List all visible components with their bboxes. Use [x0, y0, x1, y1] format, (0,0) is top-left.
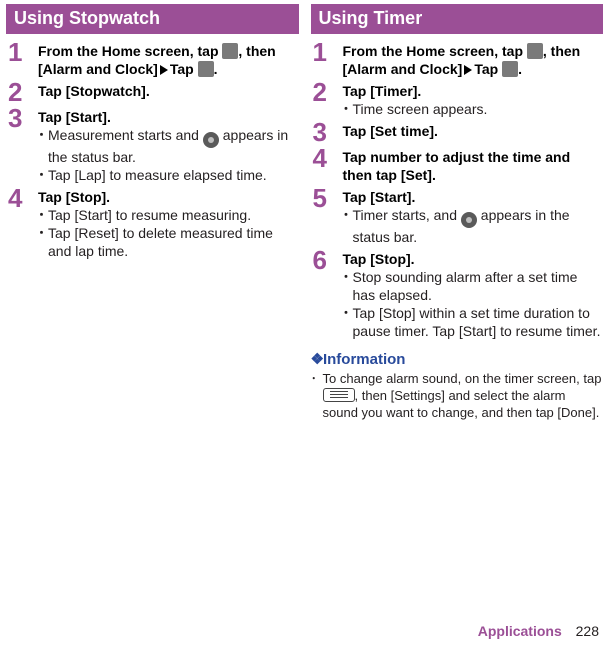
right-step-1: 1 From the Home screen, tap , then [Alar…	[311, 40, 604, 78]
step-body: Tap [Timer]. ･ Time screen appears.	[343, 80, 604, 118]
bullet-dot: ･	[343, 100, 353, 118]
info-label: Information	[323, 351, 406, 368]
step-body: Tap number to adjust the time and then t…	[343, 146, 604, 184]
stopwatch-header: Using Stopwatch	[6, 4, 299, 34]
right-step-3: 3 Tap [Set time].	[311, 120, 604, 144]
bullet: ･ Tap [Stop] within a set time duration …	[343, 304, 604, 340]
left-step-1: 1 From the Home screen, tap , then [Alar…	[6, 40, 299, 78]
bullet: ･ Timer starts, and appears in the statu…	[343, 206, 604, 246]
bullet-text: Tap [Reset] to delete measured time and …	[48, 224, 299, 260]
bullet-dot: ･	[38, 206, 48, 224]
step-body: Tap [Stopwatch].	[38, 80, 299, 100]
step-number: 1	[6, 40, 38, 64]
arrow-right-icon	[160, 65, 168, 75]
step-body: Tap [Stop]. ･ Tap [Start] to resume meas…	[38, 186, 299, 260]
clock-icon	[502, 61, 518, 77]
step-body: From the Home screen, tap , then [Alarm …	[38, 40, 299, 78]
menu-key-icon	[323, 388, 355, 402]
right-step-4: 4 Tap number to adjust the time and then…	[311, 146, 604, 184]
step-body: Tap [Start]. ･ Measurement starts and ap…	[38, 106, 299, 184]
step-number: 3	[311, 120, 343, 144]
timer-header: Using Timer	[311, 4, 604, 34]
timer-status-icon	[461, 212, 477, 228]
right-step-2: 2 Tap [Timer]. ･ Time screen appears.	[311, 80, 604, 118]
text: Tap	[170, 61, 198, 77]
left-step-3: 3 Tap [Start]. ･ Measurement starts and …	[6, 106, 299, 184]
text: From the Home screen, tap	[343, 43, 527, 59]
information-bullet: ･ To change alarm sound, on the timer sc…	[311, 370, 604, 421]
footer-section: Applications	[478, 623, 562, 639]
bullet-text: Stop sounding alarm after a set time has…	[353, 268, 604, 304]
diamond-icon: ❖	[311, 351, 321, 368]
step-number: 3	[6, 106, 38, 130]
text: , then [Settings] and select the alarm s…	[323, 388, 600, 420]
right-step-5: 5 Tap [Start]. ･ Timer starts, and appea…	[311, 186, 604, 246]
bullet-dot: ･	[38, 126, 48, 144]
bullet-dot: ･	[38, 224, 48, 242]
step-number: 4	[6, 186, 38, 210]
step-title: Tap [Set time].	[343, 122, 604, 140]
bullet-dot: ･	[311, 370, 323, 421]
bullet-text: To change alarm sound, on the timer scre…	[323, 370, 604, 421]
step-title: Tap [Timer].	[343, 82, 604, 100]
bullet: ･ Time screen appears.	[343, 100, 604, 118]
step-title: Tap [Stopwatch].	[38, 83, 150, 99]
step-number: 2	[6, 80, 38, 104]
step-title: From the Home screen, tap , then [Alarm …	[343, 43, 581, 77]
step-body: Tap [Set time].	[343, 120, 604, 140]
text: .	[518, 61, 522, 77]
step-number: 5	[311, 186, 343, 210]
step-number: 4	[311, 146, 343, 170]
left-step-4: 4 Tap [Stop]. ･ Tap [Start] to resume me…	[6, 186, 299, 260]
step-title: Tap [Stop].	[343, 250, 604, 268]
step-number: 1	[311, 40, 343, 64]
left-step-2: 2 Tap [Stopwatch].	[6, 80, 299, 104]
text: From the Home screen, tap	[38, 43, 222, 59]
page-footer: Applications 228	[478, 623, 599, 639]
bullet-dot: ･	[343, 268, 353, 286]
bullet-text: Measurement starts and appears in the st…	[48, 126, 299, 166]
step-body: From the Home screen, tap , then [Alarm …	[343, 40, 604, 78]
text: To change alarm sound, on the timer scre…	[323, 371, 602, 386]
right-column: Using Timer 1 From the Home screen, tap …	[311, 4, 604, 421]
information-heading: ❖Information	[311, 350, 604, 368]
apps-icon	[527, 43, 543, 59]
step-title: Tap [Start].	[343, 188, 604, 206]
two-column-layout: Using Stopwatch 1 From the Home screen, …	[0, 0, 609, 421]
clock-icon	[198, 61, 214, 77]
arrow-right-icon	[464, 65, 472, 75]
step-title: From the Home screen, tap , then [Alarm …	[38, 43, 276, 77]
bullet-dot: ･	[38, 166, 48, 184]
step-body: Tap [Start]. ･ Timer starts, and appears…	[343, 186, 604, 246]
step-title: Tap [Start].	[38, 108, 299, 126]
text: Timer starts, and	[353, 207, 461, 223]
right-step-6: 6 Tap [Stop]. ･ Stop sounding alarm afte…	[311, 248, 604, 340]
bullet: ･ Tap [Start] to resume measuring.	[38, 206, 299, 224]
bullet: ･ Tap [Reset] to delete measured time an…	[38, 224, 299, 260]
bullet-text: Tap [Start] to resume measuring.	[48, 206, 299, 224]
step-body: Tap [Stop]. ･ Stop sounding alarm after …	[343, 248, 604, 340]
text: Tap	[474, 61, 502, 77]
step-title: Tap [Stop].	[38, 188, 299, 206]
bullet-dot: ･	[343, 206, 353, 224]
text: .	[214, 61, 218, 77]
bullet-dot: ･	[343, 304, 353, 322]
footer-page-number: 228	[576, 623, 599, 639]
left-column: Using Stopwatch 1 From the Home screen, …	[6, 4, 299, 421]
bullet-text: Tap [Lap] to measure elapsed time.	[48, 166, 299, 184]
apps-icon	[222, 43, 238, 59]
bullet-text: Tap [Stop] within a set time duration to…	[353, 304, 604, 340]
text: Measurement starts and	[48, 127, 203, 143]
step-title: Tap number to adjust the time and then t…	[343, 148, 604, 184]
step-number: 2	[311, 80, 343, 104]
bullet: ･ Measurement starts and appears in the …	[38, 126, 299, 166]
step-number: 6	[311, 248, 343, 272]
bullet-text: Timer starts, and appears in the status …	[353, 206, 604, 246]
bullet-text: Time screen appears.	[353, 100, 604, 118]
stopwatch-status-icon	[203, 132, 219, 148]
bullet: ･ Tap [Lap] to measure elapsed time.	[38, 166, 299, 184]
bullet: ･ Stop sounding alarm after a set time h…	[343, 268, 604, 304]
